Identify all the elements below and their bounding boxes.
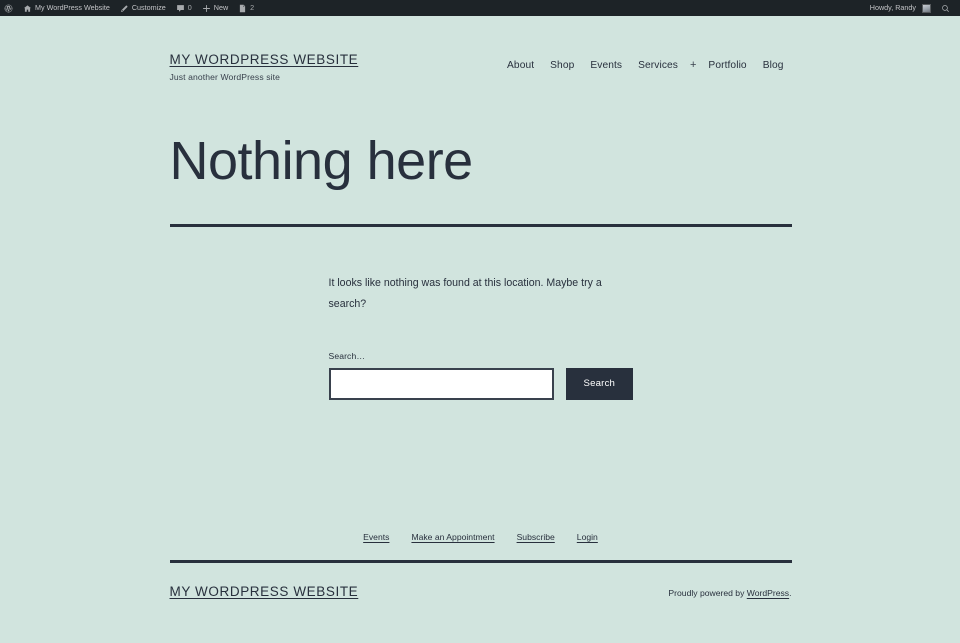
search-row: Search <box>328 367 792 400</box>
search-submit-button[interactable]: Search <box>565 367 634 400</box>
site-header: MY WORDPRESS WEBSITE Just another WordPr… <box>170 16 792 82</box>
plus-icon <box>202 4 211 13</box>
pencil-icon <box>120 4 129 13</box>
error-404-body: It looks like nothing was found at this … <box>170 227 792 400</box>
admin-bar-left-group: My WordPress Website Customize 0 New 2 <box>0 0 259 16</box>
services-submenu-toggle-icon[interactable]: + <box>686 60 700 71</box>
admin-bar-wp-logo[interactable] <box>0 0 18 16</box>
site-branding: MY WORDPRESS WEBSITE Just another WordPr… <box>170 52 359 82</box>
footer-wrapper: Events Make an Appointment Subscribe Log… <box>169 532 792 599</box>
footer-navigation: Events Make an Appointment Subscribe Log… <box>170 532 792 560</box>
search-label: Search… <box>328 350 366 361</box>
comment-bubble-icon <box>176 4 185 13</box>
site-tagline: Just another WordPress site <box>169 72 280 83</box>
admin-bar-updates[interactable]: 2 <box>233 0 259 16</box>
nav-item-portfolio[interactable]: Portfolio <box>700 60 754 71</box>
search-form: Search… Search <box>328 350 792 400</box>
admin-bar-my-account[interactable]: Howdy, Randy <box>866 0 936 16</box>
admin-bar-comments-count: 0 <box>187 3 192 12</box>
footer-nav-item-login[interactable]: Login <box>577 532 598 542</box>
site-root: MY WORDPRESS WEBSITE Just another WordPr… <box>0 16 960 643</box>
home-icon <box>23 4 32 13</box>
footer-credit: Proudly powered by WordPress. <box>668 588 791 598</box>
admin-bar-customize[interactable]: Customize <box>115 0 171 16</box>
content-wrapper: MY WORDPRESS WEBSITE Just another WordPr… <box>169 16 792 400</box>
footer-credit-suffix: . <box>789 588 792 598</box>
admin-bar-updates-count: 2 <box>250 3 255 12</box>
page-title: Nothing here <box>169 131 474 192</box>
avatar <box>922 3 931 13</box>
footer-nav-item-events[interactable]: Events <box>363 532 389 542</box>
admin-bar-site-name-label: My WordPress Website <box>35 3 110 12</box>
site-title-link[interactable]: MY WORDPRESS WEBSITE <box>170 52 359 68</box>
error-message: It looks like nothing was found at this … <box>328 277 602 310</box>
search-icon <box>941 4 950 13</box>
admin-bar-howdy-label: Howdy, Randy <box>869 3 916 12</box>
admin-bar-site-name[interactable]: My WordPress Website <box>18 0 115 16</box>
wordpress-logo-icon <box>4 4 13 13</box>
footer-bottom: MY WORDPRESS WEBSITE Proudly powered by … <box>170 563 792 599</box>
admin-bar-comments[interactable]: 0 <box>171 0 197 16</box>
nav-item-blog[interactable]: Blog <box>755 60 792 71</box>
updates-icon <box>238 4 247 13</box>
admin-bar-right-group: Howdy, Randy <box>866 0 960 16</box>
footer-site-title-link[interactable]: MY WORDPRESS WEBSITE <box>170 584 359 599</box>
footer-credit-prefix: Proudly powered by <box>668 588 747 598</box>
admin-bar-new-content[interactable]: New <box>197 0 233 16</box>
nav-item-events[interactable]: Events <box>582 60 630 71</box>
search-input[interactable] <box>328 367 554 400</box>
site-footer: Events Make an Appointment Subscribe Log… <box>0 532 960 599</box>
admin-bar-new-label: New <box>213 3 229 12</box>
nav-item-about[interactable]: About <box>499 60 542 71</box>
nav-item-shop[interactable]: Shop <box>542 60 582 71</box>
footer-nav-item-make-an-appointment[interactable]: Make an Appointment <box>411 532 494 542</box>
admin-bar-customize-label: Customize <box>131 3 166 12</box>
wordpress-credit-link[interactable]: WordPress <box>747 588 789 598</box>
main-content: Nothing here It looks like nothing was f… <box>169 82 792 400</box>
primary-navigation: About Shop Events Services + Portfolio B… <box>499 52 792 72</box>
nav-item-services[interactable]: Services <box>630 60 686 71</box>
admin-bar: My WordPress Website Customize 0 New 2 H… <box>0 0 960 16</box>
footer-nav-item-subscribe[interactable]: Subscribe <box>517 532 555 542</box>
admin-bar-search-toggle[interactable] <box>936 0 955 16</box>
